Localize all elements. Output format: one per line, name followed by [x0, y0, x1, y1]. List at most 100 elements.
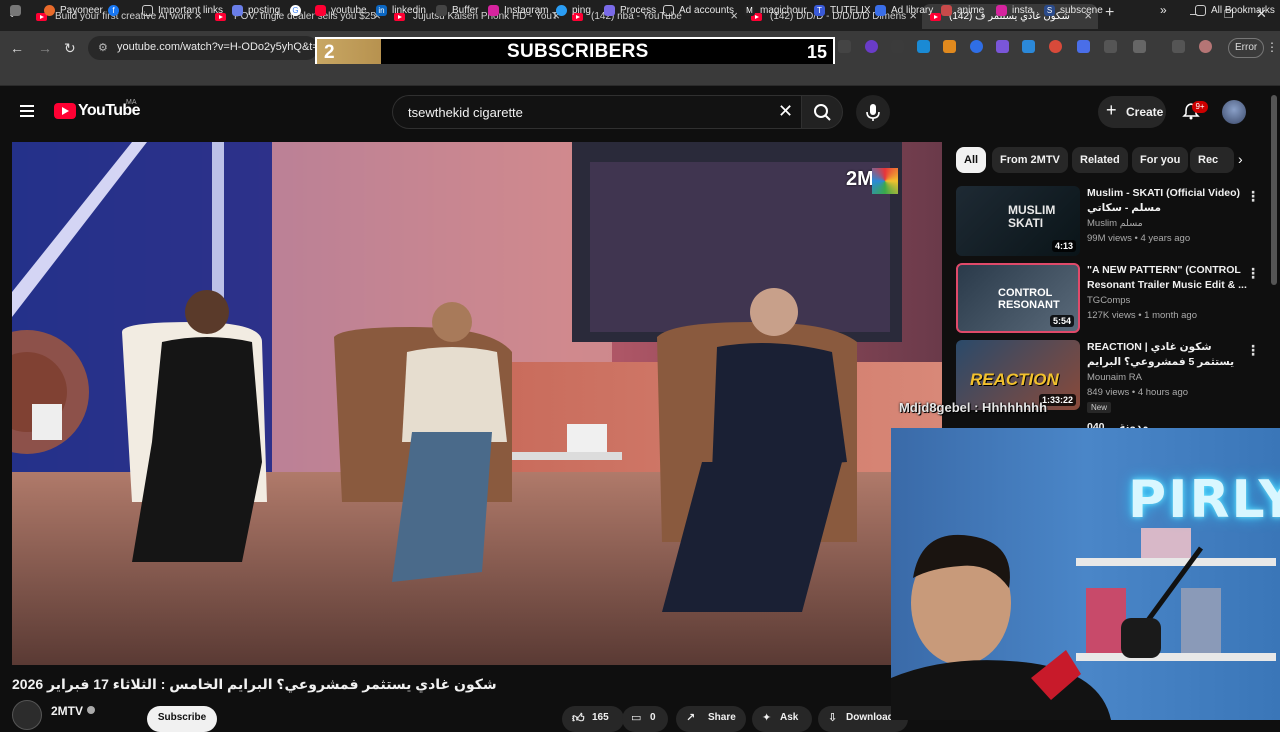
video-duration: 4:13	[1051, 240, 1076, 252]
browser-menu-icon[interactable]: ⋮	[1266, 40, 1278, 54]
channel-name[interactable]: TGComps	[1087, 295, 1130, 306]
goal-target-count: 15	[806, 42, 827, 62]
bookmark-posting[interactable]: posting	[232, 5, 280, 16]
video-thumbnail[interactable]: CONTROL RESONANT 5:54	[956, 263, 1080, 333]
thumbnail-text: CONTROL RESONANT	[998, 287, 1060, 311]
more-actions-icon[interactable]: ⋮	[1246, 188, 1260, 205]
goal-current-count: 2	[324, 42, 335, 63]
all-bookmarks[interactable]: All Bookmarks	[1195, 5, 1275, 16]
forward-icon[interactable]: →	[38, 40, 52, 56]
extension-icon[interactable]	[1104, 40, 1117, 53]
country-code: MA	[126, 99, 137, 106]
extension-icon[interactable]	[970, 40, 983, 53]
site-info-icon[interactable]: ⚙	[98, 41, 108, 54]
2m-logo-star-icon	[872, 168, 898, 194]
extension-icon[interactable]	[865, 40, 878, 53]
facebook-icon[interactable]: f	[108, 5, 124, 16]
bookmarks-bar	[0, 64, 1280, 86]
verified-check-icon	[87, 706, 95, 714]
google-icon[interactable]: G	[290, 5, 306, 16]
back-icon[interactable]: ←	[10, 40, 24, 56]
new-tab-icon[interactable]: +	[1105, 4, 1114, 22]
video-title[interactable]: "A NEW PATTERN" (CONTROL Resonant Traile…	[1087, 263, 1247, 293]
plus-icon: +	[1106, 100, 1117, 120]
account-avatar[interactable]	[1222, 100, 1246, 124]
chip-recent[interactable]: Rec	[1190, 147, 1234, 173]
recommendation-item[interactable]: CONTROL RESONANT 5:54 "A NEW PATTERN" (C…	[956, 263, 1266, 333]
stream-chat-message: Mdjd8gebel : Hhhhhhhh	[899, 400, 1048, 415]
video-duration: 5:54	[1049, 315, 1074, 327]
extension-icon[interactable]	[891, 40, 904, 53]
apps-grid-icon[interactable]	[10, 5, 26, 16]
chip-for-you[interactable]: For you	[1132, 147, 1189, 173]
bookmark-instagram[interactable]: Instagram	[488, 5, 548, 16]
extensions-puzzle-icon[interactable]	[1133, 40, 1146, 53]
download-icon: ⇩	[828, 712, 838, 724]
recommendation-item[interactable]: MUSLIM SKATI 4:13 Muslim - SKATI (Offici…	[956, 186, 1266, 256]
like-button[interactable]: 👍︎ 165	[562, 706, 624, 732]
microphone-icon	[866, 104, 880, 121]
bookmarks-overflow-icon[interactable]: »	[1160, 3, 1167, 17]
bookmark-subscene[interactable]: Ssubscene	[1044, 5, 1103, 16]
chip-related[interactable]: Related	[1072, 147, 1128, 173]
video-title-heading: شكون غادي يستثمر فمشروعي؟ البرايم الخامس…	[12, 676, 497, 692]
bookmark-anime[interactable]: anime	[941, 5, 984, 16]
guide-menu-icon[interactable]	[20, 105, 34, 117]
subscribe-button[interactable]: Subscribe	[147, 706, 217, 732]
bookmark-buffer[interactable]: Buffer	[436, 5, 479, 16]
chevron-right-icon[interactable]: ›	[1238, 151, 1243, 167]
bookmark-payoneer[interactable]: Payoneer	[44, 5, 103, 16]
more-actions-icon[interactable]: ⋮	[1246, 342, 1260, 359]
chip-all[interactable]: All	[956, 147, 987, 173]
channel-avatar[interactable]	[12, 700, 42, 730]
youtube-logo-icon[interactable]	[54, 103, 76, 119]
amazon-extension-icon[interactable]	[943, 40, 956, 53]
bookmark-insta[interactable]: insta	[996, 5, 1033, 16]
error-button[interactable]: Error	[1228, 38, 1264, 58]
thumbs-up-icon: 👍︎	[572, 711, 585, 725]
voice-search-button[interactable]	[856, 95, 890, 129]
profile-icon[interactable]	[1199, 40, 1212, 53]
share-icon: ↗	[686, 712, 696, 724]
extension-icon[interactable]	[1022, 40, 1035, 53]
streamer-webcam: PIRLY	[891, 428, 1280, 720]
bookmark-magichour[interactable]: Mmagichour	[744, 5, 807, 16]
address-bar[interactable]: ⚙ youtube.com/watch?v=H-ODo2y5yhQ&t=	[88, 36, 318, 60]
ask-button[interactable]: ✦ Ask	[752, 706, 812, 732]
extension-icon[interactable]	[917, 40, 930, 53]
video-title[interactable]: REACTION | شكون غادي يستثمر 5 فمشروعي؟ ا…	[1087, 340, 1247, 370]
thumbnail-text: MUSLIM SKATI	[1008, 203, 1056, 230]
search-icon	[814, 104, 831, 121]
bookmark-ad-library[interactable]: Ad library	[875, 5, 933, 16]
clear-search-icon[interactable]: ✕	[778, 101, 793, 122]
link-extension-icon[interactable]	[838, 40, 851, 53]
video-title[interactable]: Muslim - SKATI (Official Video) مسلم - س…	[1087, 186, 1247, 216]
media-control-icon[interactable]	[1172, 40, 1185, 53]
video-player[interactable]: 2M	[12, 142, 942, 665]
share-button[interactable]: ↗ Share	[676, 706, 746, 732]
channel-name[interactable]: Muslim مسلم	[1087, 218, 1143, 229]
video-frame	[12, 142, 942, 665]
chip-from-channel[interactable]: From 2MTV	[992, 147, 1068, 173]
bookmark-ad-accounts[interactable]: Ad accounts	[663, 5, 734, 16]
bookmark-process[interactable]: Process	[604, 5, 656, 16]
channel-name[interactable]: Mounaim RA	[1087, 372, 1142, 383]
extension-icon[interactable]	[996, 40, 1009, 53]
comments-button[interactable]: ▭ 0	[622, 706, 668, 732]
search-query[interactable]: tsewthekid cigarette	[408, 105, 523, 120]
reload-icon[interactable]: ↻	[64, 40, 76, 57]
search-button[interactable]	[801, 95, 843, 129]
page-scrollbar[interactable]	[1271, 95, 1277, 285]
extension-icon[interactable]	[1049, 40, 1062, 53]
video-meta: 127K views • 1 month ago	[1087, 310, 1198, 321]
goal-label: SUBSCRIBERS	[507, 41, 649, 62]
extension-icon[interactable]	[1077, 40, 1090, 53]
video-thumbnail[interactable]: MUSLIM SKATI 4:13	[956, 186, 1080, 256]
bookmark-youtube[interactable]: youtube	[315, 5, 367, 16]
bookmark-ping[interactable]: ping	[556, 5, 591, 16]
bookmark-important-links[interactable]: Important links	[142, 5, 223, 16]
more-actions-icon[interactable]: ⋮	[1246, 265, 1260, 282]
bookmark-linkedin[interactable]: in linkedin	[376, 5, 426, 16]
channel-name[interactable]: 2MTV	[51, 704, 83, 718]
bookmark-tutflix[interactable]: T TUTFLIX	[814, 5, 871, 16]
